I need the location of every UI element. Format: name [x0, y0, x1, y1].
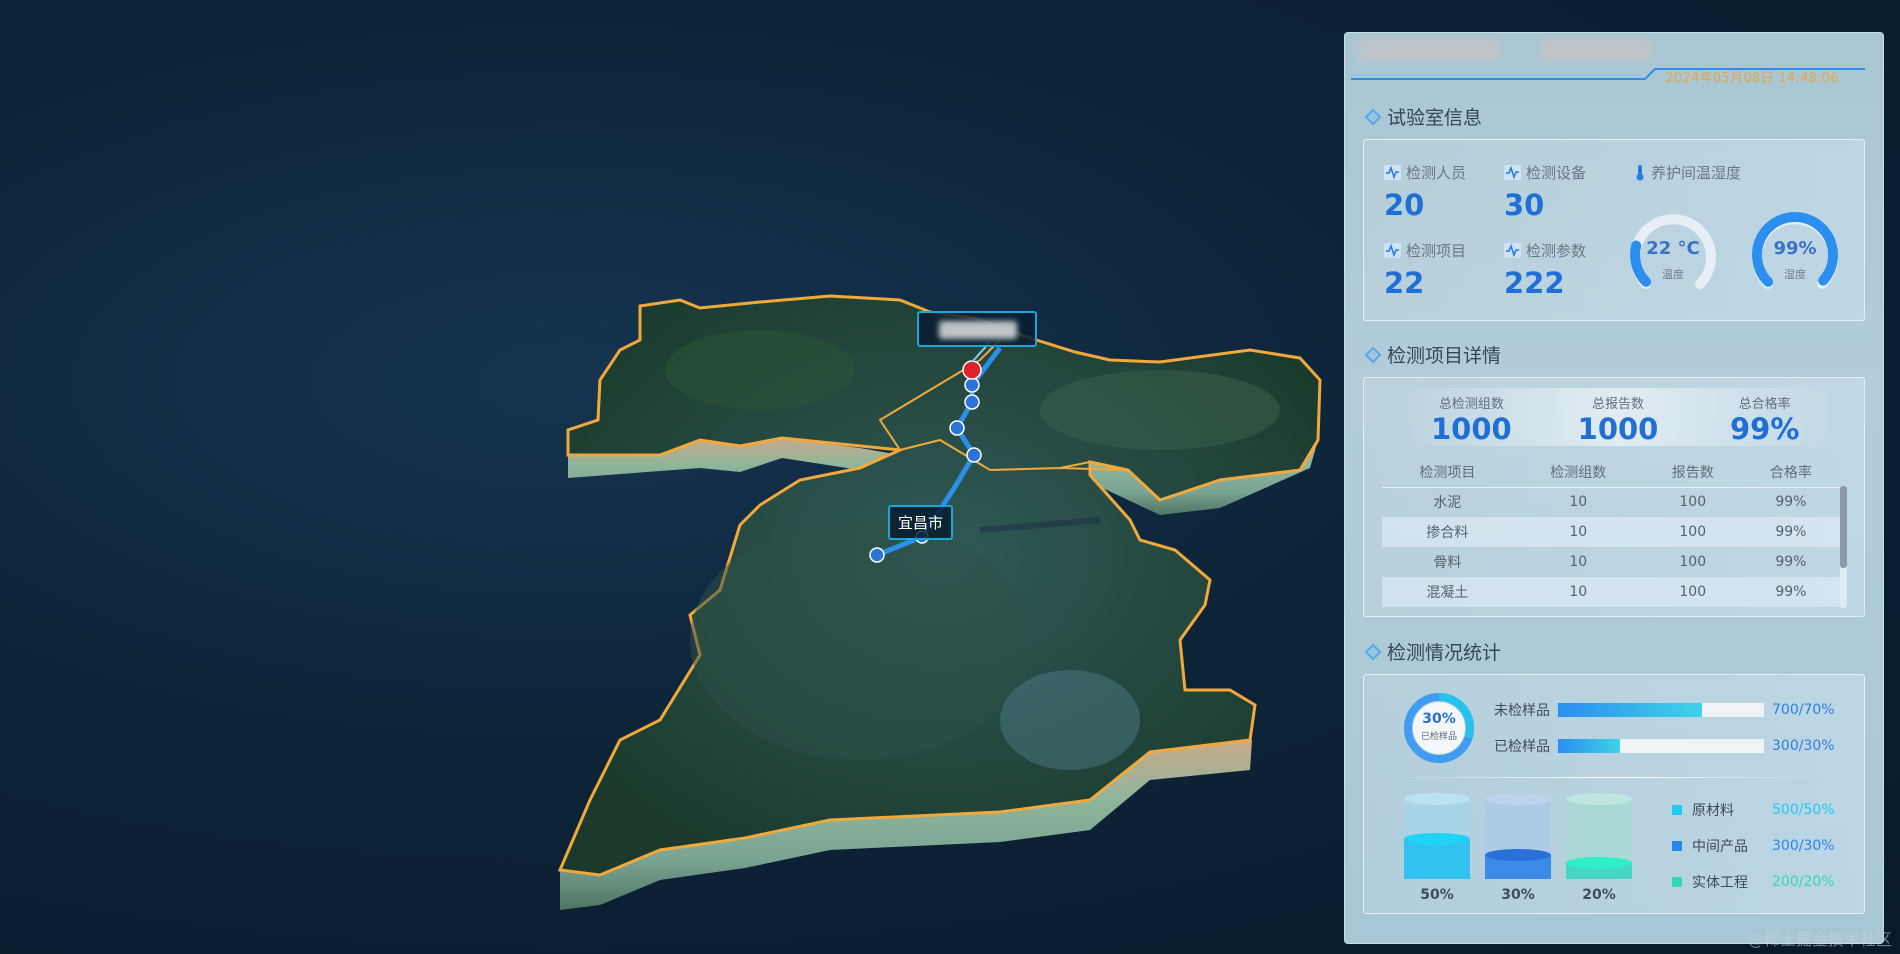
progress-track: [1558, 703, 1764, 717]
inspected-donut: 30% 已检样品: [1402, 691, 1476, 765]
summary-total-reports: 总报告数 1000: [1577, 397, 1659, 446]
donut-caption: 已检样品: [1420, 732, 1457, 742]
table-row[interactable]: 骨料 10 100 99%: [1382, 547, 1840, 577]
diamond-icon: [1364, 108, 1382, 125]
donut-value: 30%: [1422, 711, 1456, 727]
scrollbar-thumb[interactable]: [1840, 486, 1847, 568]
temperature-value: 22 °C: [1646, 238, 1700, 259]
stat-value-equipment: 30: [1504, 188, 1545, 222]
stat-label-personnel: 检测人员: [1384, 162, 1466, 183]
diamond-icon: [1364, 346, 1382, 363]
route-waypoint: [964, 377, 980, 393]
section-title-lab-info: 试验室信息: [1364, 103, 1483, 130]
cylinder-entity-project-pct: 20%: [1582, 887, 1616, 903]
legend-entity-project: 实体工程 200/20%: [1672, 872, 1835, 892]
temperature-gauge: 22 °C 温度: [1628, 210, 1718, 300]
stat-value-personnel: 20: [1384, 188, 1425, 222]
section-title-text: 检测项目详情: [1387, 345, 1502, 367]
map-popup-redacted[interactable]: [917, 311, 1037, 347]
diamond-icon: [1364, 643, 1382, 660]
cylinder-intermediate-pct: 30%: [1501, 887, 1535, 903]
cylinder-entity-project: [1566, 793, 1632, 885]
dashboard-panel: 2024年05月08日 14:48:06 试验室信息 检测人员 20 检测设备 …: [1344, 32, 1884, 944]
inspection-stats-card: 30% 已检样品 未检样品 700/70% 已检样品 300/30% 50% 3…: [1363, 674, 1865, 914]
stat-label-equipment: 检测设备: [1504, 162, 1586, 183]
progress-track: [1558, 739, 1764, 753]
watermark: @稀土掘金技术社区: [1747, 930, 1892, 949]
items-table: 检测项目 检测组数 报告数 合格率 水泥 10 100 99% 掺合料 10 100 9…: [1382, 458, 1840, 607]
legend-raw-material: 原材料 500/50%: [1672, 800, 1835, 820]
cylinder-raw-material-pct: 50%: [1420, 887, 1454, 903]
temperature-caption: 温度: [1662, 268, 1684, 281]
column-header: 合格率: [1741, 458, 1840, 488]
map-3d[interactable]: [0, 0, 1340, 954]
table-row[interactable]: 混凝土 10 100 99%: [1382, 577, 1840, 607]
route-waypoint: [964, 394, 980, 410]
redacted-text: [939, 321, 1017, 339]
section-title-items-detail: 检测项目详情: [1364, 341, 1502, 368]
divider: [1394, 777, 1834, 778]
cylinder-raw-material: [1404, 793, 1470, 885]
progress-fill: [1558, 703, 1703, 717]
thermometer-icon: [1636, 165, 1644, 181]
stat-value-items: 22: [1384, 266, 1425, 300]
items-detail-card: 总检测组数 1000 总报告数 1000 总合格率 99% 检测项目 检测组数 …: [1363, 377, 1865, 617]
city-label[interactable]: 宜昌市: [888, 505, 954, 540]
legend-swatch: [1672, 877, 1682, 887]
humidity-gauge: 99% 湿度: [1750, 210, 1840, 300]
progress-fill: [1558, 739, 1620, 753]
column-header: 检测项目: [1382, 458, 1513, 488]
stat-label-params: 检测参数: [1504, 240, 1586, 261]
header-datetime: 2024年05月08日 14:48:06: [1665, 71, 1839, 86]
pulse-icon: [1384, 243, 1401, 258]
cylinder-intermediate: [1485, 793, 1551, 885]
table-header-row: 检测项目 检测组数 报告数 合格率: [1382, 458, 1840, 488]
pulse-icon: [1504, 243, 1521, 258]
legend-swatch: [1672, 805, 1682, 815]
lab-info-card: 检测人员 20 检测设备 30 检测项目 22 检测参数 222 养护间温湿度 …: [1363, 139, 1865, 321]
redacted-title: [1541, 39, 1651, 61]
legend-swatch: [1672, 841, 1682, 851]
legend-intermediate: 中间产品 300/30%: [1672, 836, 1835, 856]
section-title-text: 检测情况统计: [1387, 642, 1502, 664]
bar-row-uninspected: 未检样品 700/70%: [1494, 702, 1835, 719]
pulse-icon: [1504, 165, 1521, 180]
table-row[interactable]: 水泥 10 100 99%: [1382, 487, 1840, 517]
table-scrollbar[interactable]: [1840, 486, 1847, 608]
humidity-caption: 湿度: [1784, 268, 1806, 281]
column-header: 报告数: [1643, 458, 1742, 488]
summary-total-groups: 总检测组数 1000: [1430, 397, 1512, 446]
route-waypoint: [949, 420, 965, 436]
route-waypoint: [869, 547, 885, 563]
stat-label-items: 检测项目: [1384, 240, 1466, 261]
summary-pass-rate: 总合格率 99%: [1729, 397, 1800, 446]
redacted-title: [1359, 39, 1499, 61]
bar-row-inspected: 已检样品 300/30%: [1494, 738, 1835, 755]
curing-room-label: 养护间温湿度: [1634, 162, 1741, 183]
stat-value-params: 222: [1504, 266, 1565, 300]
route-waypoint: [966, 447, 982, 463]
pulse-icon: [1384, 165, 1401, 180]
table-row[interactable]: 掺合料 10 100 99%: [1382, 517, 1840, 547]
column-header: 检测组数: [1512, 458, 1644, 488]
summary-strip: 总检测组数 1000 总报告数 1000 总合格率 99%: [1398, 388, 1838, 446]
humidity-value: 99%: [1773, 238, 1817, 259]
location-marker: [962, 360, 982, 380]
section-title-inspection-stats: 检测情况统计: [1364, 638, 1502, 665]
section-title-text: 试验室信息: [1387, 107, 1483, 129]
